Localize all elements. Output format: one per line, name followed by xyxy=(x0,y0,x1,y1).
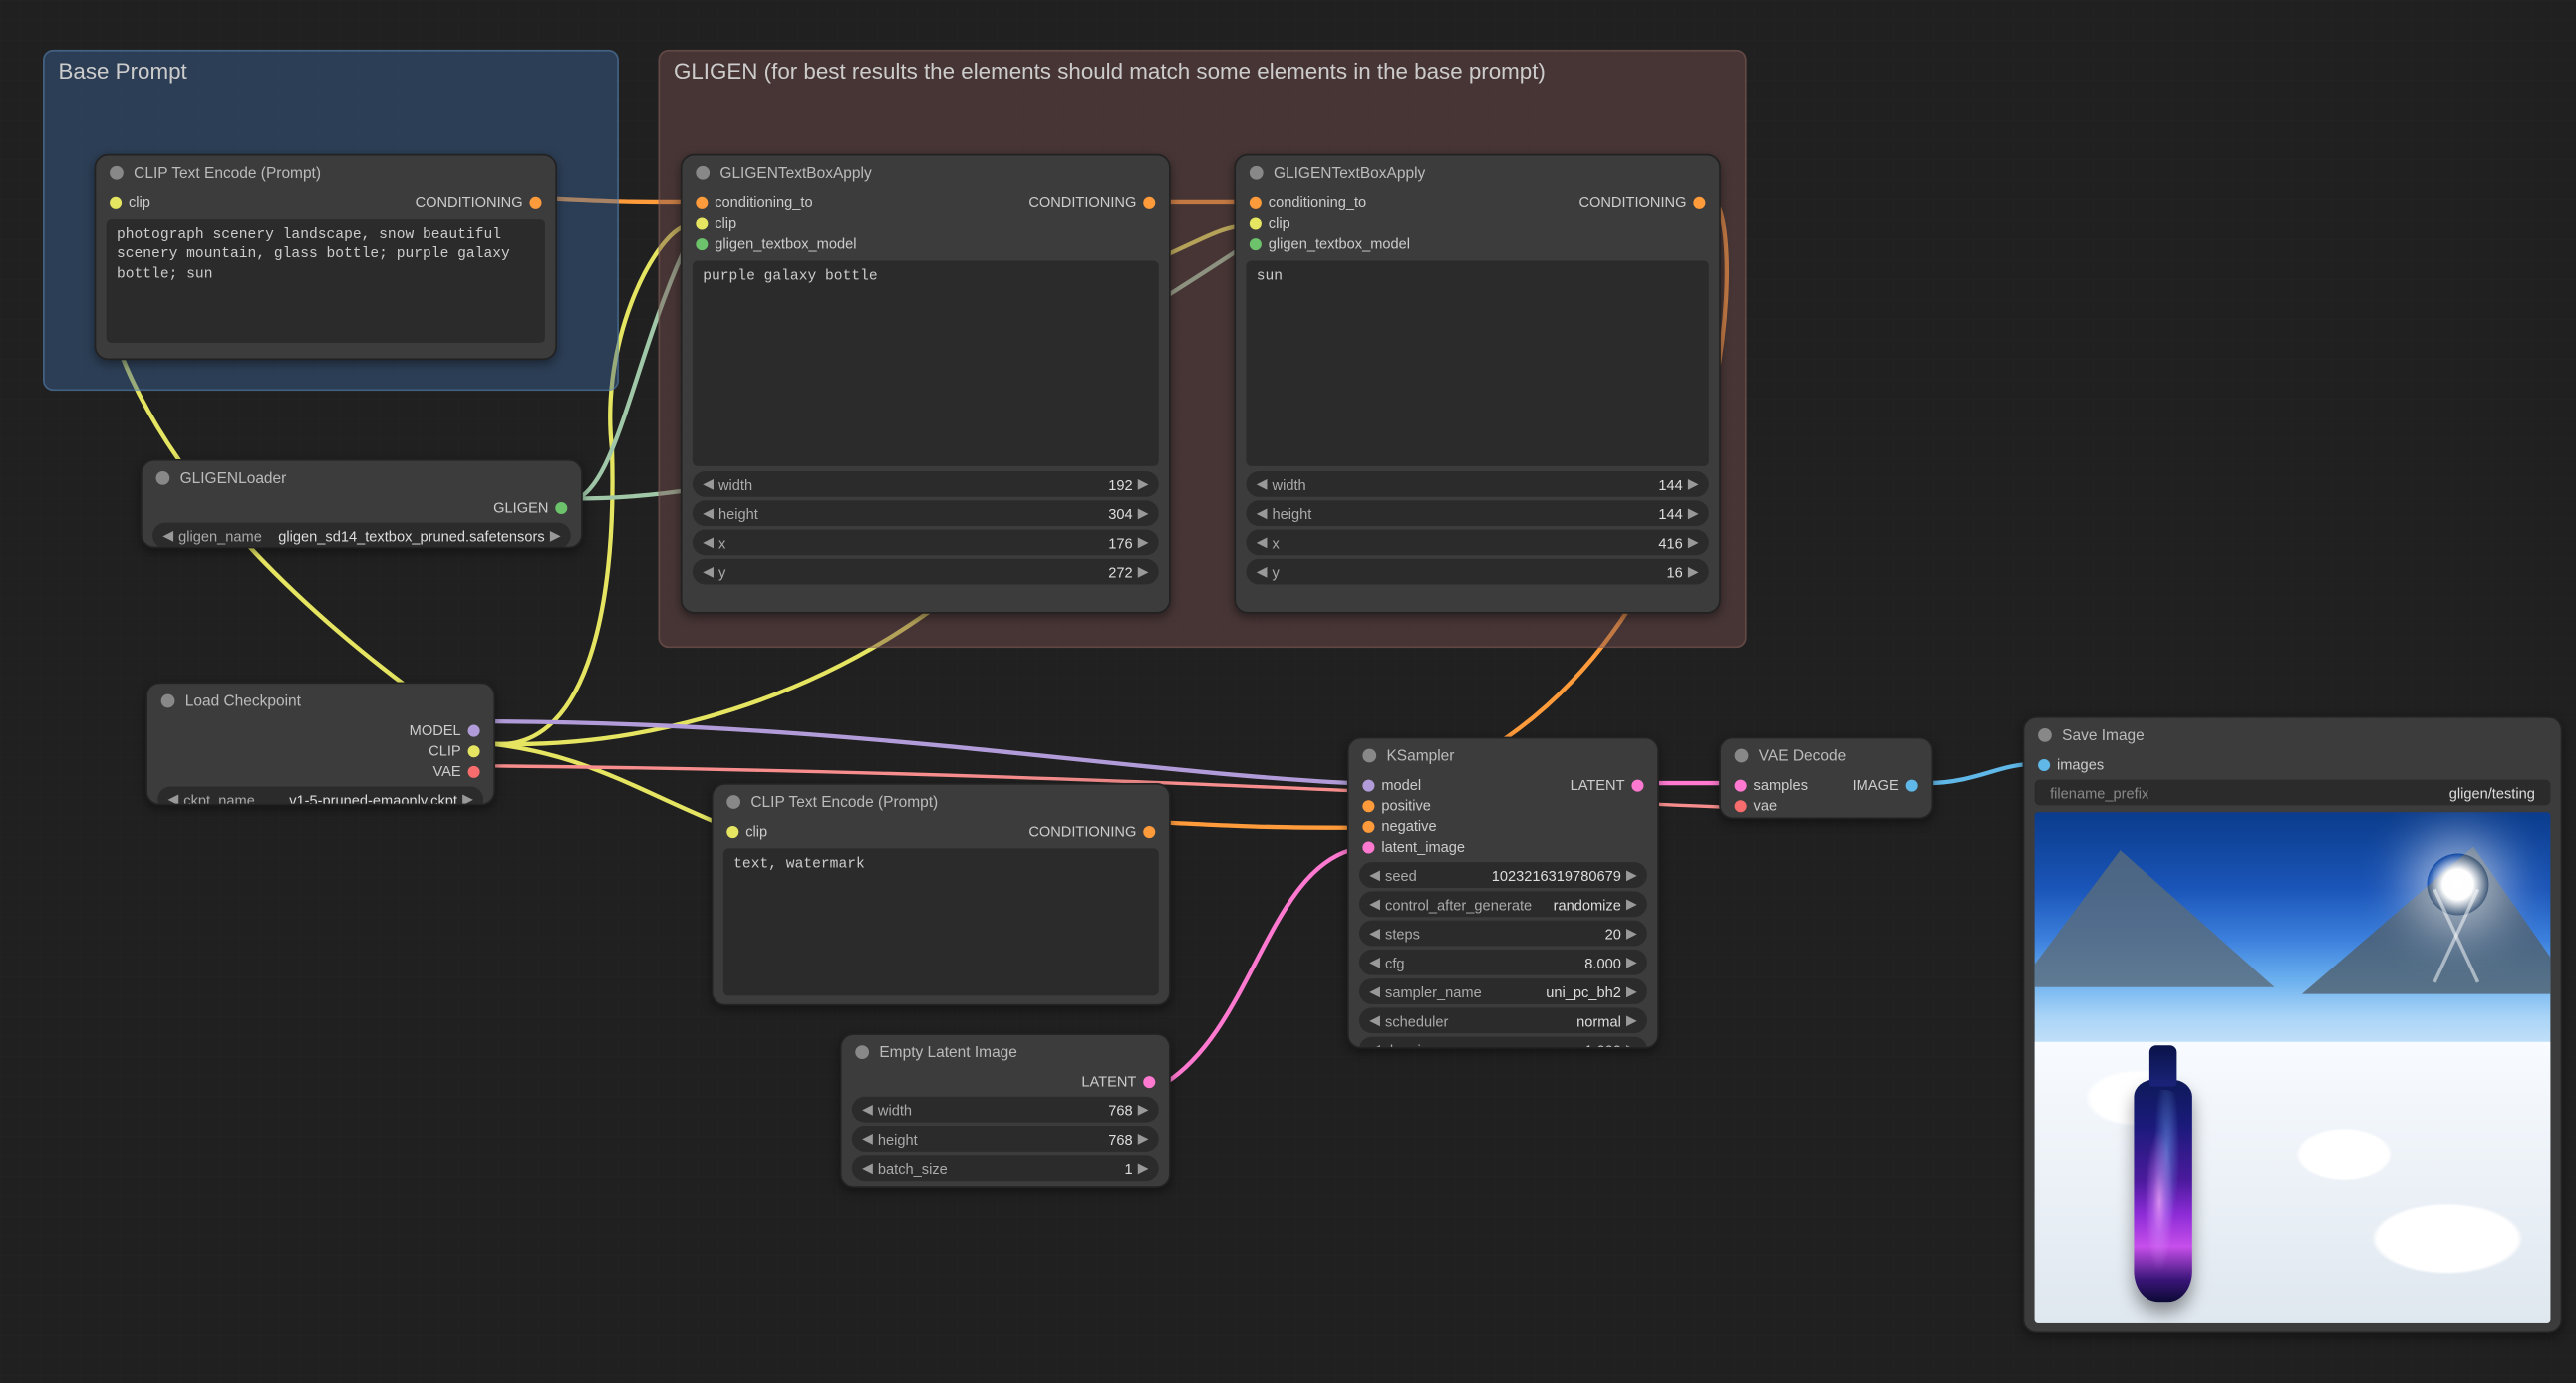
width-stepper[interactable]: ◀width768▶ xyxy=(852,1097,1159,1123)
node-title: KSampler xyxy=(1386,747,1454,764)
node-clip-text-encode-negative[interactable]: CLIP Text Encode (Prompt) clip CONDITION… xyxy=(712,783,1171,1006)
chevron-right-icon: ▶ xyxy=(462,792,473,806)
node-collapse-icon[interactable] xyxy=(156,471,170,485)
node-collapse-icon[interactable] xyxy=(110,166,124,180)
node-title: Empty Latent Image xyxy=(879,1043,1017,1060)
node-vae-decode[interactable]: VAE Decode samples IMAGE vae xyxy=(1719,737,1933,820)
node-clip-text-encode-positive[interactable]: CLIP Text Encode (Prompt) clip CONDITION… xyxy=(95,154,557,360)
port-vae-in[interactable] xyxy=(1735,799,1747,811)
height-stepper[interactable]: ◀height304▶ xyxy=(693,500,1159,526)
port-samples-in[interactable] xyxy=(1735,779,1747,791)
group-title: GLIGEN (for best results the elements sh… xyxy=(674,58,1731,96)
port-clip-out[interactable] xyxy=(468,744,480,756)
node-collapse-icon[interactable] xyxy=(2038,728,2052,742)
port-conditioning-out[interactable] xyxy=(529,196,541,208)
sampler-name-selector[interactable]: ◀sampler_nameuni_pc_bh2▶ xyxy=(1359,978,1647,1004)
denoise-stepper[interactable]: ◀denoise1.000▶ xyxy=(1359,1037,1647,1049)
width-stepper[interactable]: ◀width192▶ xyxy=(693,471,1159,497)
node-title: GLIGENTextBoxApply xyxy=(1274,164,1425,181)
node-graph-canvas[interactable]: Base Prompt GLIGEN (for best results the… xyxy=(0,0,2576,1383)
port-clip-in[interactable] xyxy=(726,825,738,837)
port-gligen-out[interactable] xyxy=(555,501,567,513)
port-gligen-model-in[interactable] xyxy=(696,237,708,249)
node-collapse-icon[interactable] xyxy=(1735,749,1749,763)
port-clip-in[interactable] xyxy=(696,217,708,229)
prompt-text-input[interactable]: photograph scenery landscape, snow beaut… xyxy=(107,219,545,343)
port-vae-out[interactable] xyxy=(468,765,480,777)
chevron-left-icon: ◀ xyxy=(162,528,173,543)
output-preview-image[interactable] xyxy=(2035,812,2551,1323)
chevron-right-icon: ▶ xyxy=(550,528,561,543)
y-stepper[interactable]: ◀y16▶ xyxy=(1246,559,1708,585)
port-clip-in[interactable] xyxy=(110,196,122,208)
steps-stepper[interactable]: ◀steps20▶ xyxy=(1359,921,1647,947)
node-title: Load Checkpoint xyxy=(185,692,301,709)
port-image-out[interactable] xyxy=(1906,779,1918,791)
port-positive-in[interactable] xyxy=(1362,799,1374,811)
node-collapse-icon[interactable] xyxy=(1362,749,1376,763)
node-collapse-icon[interactable] xyxy=(1250,166,1264,180)
node-gligen-textbox-apply-1[interactable]: GLIGENTextBoxApply conditioning_to CONDI… xyxy=(681,154,1171,614)
node-collapse-icon[interactable] xyxy=(161,694,175,708)
y-stepper[interactable]: ◀y272▶ xyxy=(693,559,1159,585)
node-collapse-icon[interactable] xyxy=(726,795,740,809)
port-conditioning-out[interactable] xyxy=(1143,825,1155,837)
port-conditioning-in[interactable] xyxy=(1250,196,1262,208)
port-negative-in[interactable] xyxy=(1362,820,1374,832)
gligen-name-selector[interactable]: ◀ gligen_name gligen_sd14_textbox_pruned… xyxy=(152,523,571,549)
gligen-text-input[interactable]: purple galaxy bottle xyxy=(693,260,1159,465)
port-conditioning-out[interactable] xyxy=(1693,196,1705,208)
height-stepper[interactable]: ◀height768▶ xyxy=(852,1126,1159,1152)
port-latent-out[interactable] xyxy=(1631,779,1643,791)
group-title: Base Prompt xyxy=(58,58,603,96)
port-images-in[interactable] xyxy=(2038,758,2050,770)
height-stepper[interactable]: ◀height144▶ xyxy=(1246,500,1708,526)
node-collapse-icon[interactable] xyxy=(855,1045,869,1059)
port-latent-image-in[interactable] xyxy=(1362,841,1374,853)
node-gligen-textbox-apply-2[interactable]: GLIGENTextBoxApply conditioning_to CONDI… xyxy=(1234,154,1720,614)
cfg-stepper[interactable]: ◀cfg8.000▶ xyxy=(1359,950,1647,975)
node-title: Save Image xyxy=(2062,726,2145,743)
node-title: GLIGENLoader xyxy=(180,469,287,486)
node-ksampler[interactable]: KSampler model LATENT positive negative … xyxy=(1347,737,1659,1049)
node-load-checkpoint[interactable]: Load Checkpoint MODEL CLIP VAE ◀ ckpt_na… xyxy=(145,683,495,806)
node-title: VAE Decode xyxy=(1759,747,1847,764)
gligen-text-input[interactable]: sun xyxy=(1246,260,1708,465)
node-title: GLIGENTextBoxApply xyxy=(719,164,871,181)
width-stepper[interactable]: ◀width144▶ xyxy=(1246,471,1708,497)
seed-stepper[interactable]: ◀seed1023216319780679▶ xyxy=(1359,862,1647,888)
port-model-in[interactable] xyxy=(1362,779,1374,791)
node-gligen-loader[interactable]: GLIGENLoader GLIGEN ◀ gligen_name gligen… xyxy=(141,459,583,548)
node-title: CLIP Text Encode (Prompt) xyxy=(750,793,938,810)
port-clip-in[interactable] xyxy=(1250,217,1262,229)
port-conditioning-in[interactable] xyxy=(696,196,708,208)
control-after-generate-selector[interactable]: ◀control_after_generaterandomize▶ xyxy=(1359,891,1647,917)
port-gligen-model-in[interactable] xyxy=(1250,237,1262,249)
batch-size-stepper[interactable]: ◀batch_size1▶ xyxy=(852,1155,1159,1181)
x-stepper[interactable]: ◀x416▶ xyxy=(1246,529,1708,555)
node-title: CLIP Text Encode (Prompt) xyxy=(134,164,321,181)
port-latent-out[interactable] xyxy=(1143,1075,1155,1087)
port-model-out[interactable] xyxy=(468,724,480,736)
ckpt-name-selector[interactable]: ◀ ckpt_name v1-5-pruned-emaonly.ckpt ▶ xyxy=(157,786,483,805)
chevron-left-icon: ◀ xyxy=(168,792,179,806)
port-conditioning-out[interactable] xyxy=(1143,196,1155,208)
prompt-text-input[interactable]: text, watermark xyxy=(723,848,1159,995)
scheduler-selector[interactable]: ◀schedulernormal▶ xyxy=(1359,1007,1647,1033)
node-collapse-icon[interactable] xyxy=(696,166,710,180)
x-stepper[interactable]: ◀x176▶ xyxy=(693,529,1159,555)
node-empty-latent-image[interactable]: Empty Latent Image LATENT ◀width768▶ ◀he… xyxy=(840,1033,1171,1188)
filename-prefix-input[interactable]: filename_prefix gligen/testing xyxy=(2035,780,2551,806)
node-save-image[interactable]: Save Image images filename_prefix gligen… xyxy=(2023,716,2563,1333)
